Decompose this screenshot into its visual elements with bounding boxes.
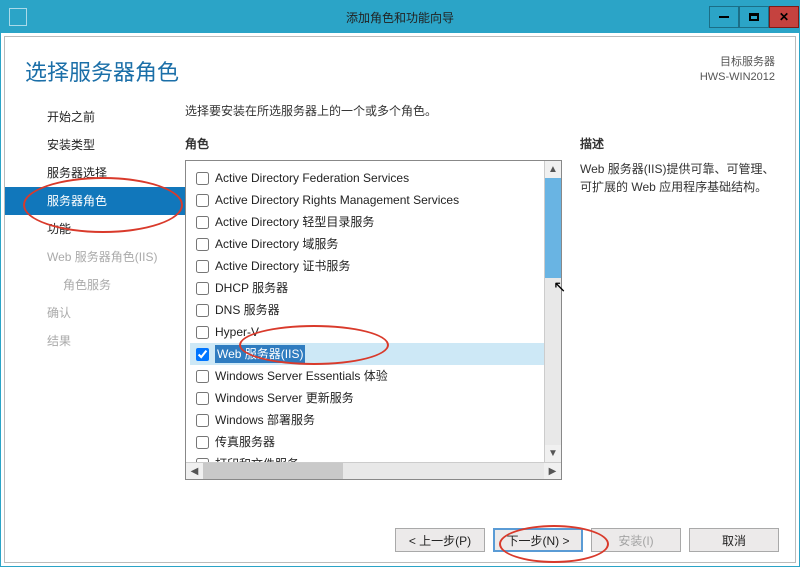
role-row-0[interactable]: Active Directory Federation Services: [190, 167, 544, 189]
role-checkbox[interactable]: [196, 260, 209, 273]
next-button[interactable]: 下一步(N) >: [493, 528, 583, 552]
nav-item-4[interactable]: 功能: [5, 215, 185, 243]
role-label: Active Directory 域服务: [215, 235, 338, 253]
nav-item-1[interactable]: 安装类型: [5, 131, 185, 159]
nav-item-2[interactable]: 服务器选择: [5, 159, 185, 187]
role-checkbox[interactable]: [196, 216, 209, 229]
role-row-6[interactable]: DNS 服务器: [190, 299, 544, 321]
nav-item-5: Web 服务器角色(IIS): [5, 243, 185, 271]
nav-item-7: 确认: [5, 299, 185, 327]
role-row-5[interactable]: DHCP 服务器: [190, 277, 544, 299]
description-heading: 描述: [580, 135, 775, 152]
role-checkbox[interactable]: [196, 326, 209, 339]
role-label: 打印和文件服务: [215, 455, 299, 462]
role-checkbox[interactable]: [196, 458, 209, 463]
window-buttons: ✕: [709, 7, 799, 28]
role-checkbox[interactable]: [196, 436, 209, 449]
button-row: < 上一步(P) 下一步(N) > 安装(I) 取消: [5, 518, 795, 562]
instruction-text: 选择要安装在所选服务器上的一个或多个角色。: [185, 102, 562, 119]
role-checkbox[interactable]: [196, 172, 209, 185]
titlebar: 添加角色和功能向导 ✕: [1, 1, 799, 33]
close-button[interactable]: ✕: [769, 6, 799, 28]
role-label: Windows Server 更新服务: [215, 389, 354, 407]
page-title: 选择服务器角色: [25, 55, 179, 87]
role-label: DHCP 服务器: [215, 279, 288, 297]
role-label: Active Directory Rights Management Servi…: [215, 191, 459, 209]
role-row-2[interactable]: Active Directory 轻型目录服务: [190, 211, 544, 233]
nav-item-0[interactable]: 开始之前: [5, 103, 185, 131]
scroll-track[interactable]: [545, 278, 561, 445]
cancel-button[interactable]: 取消: [689, 528, 779, 552]
app-icon: [9, 8, 27, 26]
role-row-8[interactable]: Web 服务器(IIS): [190, 343, 544, 365]
role-label: DNS 服务器: [215, 301, 280, 319]
hscroll-left-icon[interactable]: ◀: [186, 463, 203, 479]
scroll-down-icon[interactable]: ▼: [545, 445, 561, 462]
target-server-name: HWS-WIN2012: [700, 70, 775, 85]
role-label: Web 服务器(IIS): [215, 345, 305, 363]
role-label: Active Directory Federation Services: [215, 169, 409, 187]
role-checkbox[interactable]: [196, 238, 209, 251]
role-row-10[interactable]: Windows Server 更新服务: [190, 387, 544, 409]
role-row-9[interactable]: Windows Server Essentials 体验: [190, 365, 544, 387]
role-label: Active Directory 轻型目录服务: [215, 213, 374, 231]
hscroll-right-icon[interactable]: ▶: [544, 463, 561, 479]
horizontal-scrollbar[interactable]: ◀ ▶: [186, 462, 561, 479]
scroll-thumb[interactable]: [545, 178, 561, 278]
roles-listbox: Active Directory Federation Services Acti…: [185, 160, 562, 480]
role-row-13[interactable]: 打印和文件服务: [190, 453, 544, 462]
main-area: 选择要安装在所选服务器上的一个或多个角色。 角色 Active Director…: [185, 97, 795, 518]
nav-item-8: 结果: [5, 327, 185, 355]
header-row: 选择服务器角色 目标服务器 HWS-WIN2012: [5, 37, 795, 97]
wizard-window: 添加角色和功能向导 ✕ 选择服务器角色 目标服务器 HWS-WIN2012 开始…: [0, 0, 800, 567]
install-button: 安装(I): [591, 528, 681, 552]
vertical-scrollbar[interactable]: ▲ ▼: [544, 161, 561, 462]
scroll-up-icon[interactable]: ▲: [545, 161, 561, 178]
target-server-block: 目标服务器 HWS-WIN2012: [700, 55, 775, 87]
client-area: 选择服务器角色 目标服务器 HWS-WIN2012 开始之前安装类型服务器选择服…: [4, 36, 796, 563]
role-label: Windows 部署服务: [215, 411, 315, 429]
role-row-1[interactable]: Active Directory Rights Management Servi…: [190, 189, 544, 211]
role-row-7[interactable]: Hyper-V: [190, 321, 544, 343]
roles-list[interactable]: Active Directory Federation Services Acti…: [186, 161, 544, 462]
role-row-12[interactable]: 传真服务器: [190, 431, 544, 453]
nav-item-6: 角色服务: [5, 271, 185, 299]
role-row-4[interactable]: Active Directory 证书服务: [190, 255, 544, 277]
previous-button[interactable]: < 上一步(P): [395, 528, 485, 552]
role-checkbox[interactable]: [196, 304, 209, 317]
window-title: 添加角色和功能向导: [1, 9, 799, 26]
description-text: Web 服务器(IIS)提供可靠、可管理、可扩展的 Web 应用程序基础结构。: [580, 160, 775, 196]
description-panel: 描述 Web 服务器(IIS)提供可靠、可管理、可扩展的 Web 应用程序基础结…: [580, 97, 775, 518]
wizard-nav: 开始之前安装类型服务器选择服务器角色功能Web 服务器角色(IIS)角色服务确认…: [5, 97, 185, 518]
role-checkbox[interactable]: [196, 348, 209, 361]
role-row-3[interactable]: Active Directory 域服务: [190, 233, 544, 255]
target-server-label: 目标服务器: [700, 55, 775, 70]
role-checkbox[interactable]: [196, 414, 209, 427]
role-checkbox[interactable]: [196, 370, 209, 383]
maximize-button[interactable]: [739, 6, 769, 28]
minimize-button[interactable]: [709, 6, 739, 28]
role-checkbox[interactable]: [196, 282, 209, 295]
role-label: 传真服务器: [215, 433, 275, 451]
hscroll-track[interactable]: [343, 463, 544, 479]
roles-panel: 选择要安装在所选服务器上的一个或多个角色。 角色 Active Director…: [185, 97, 562, 518]
roles-heading: 角色: [185, 135, 562, 152]
nav-item-3[interactable]: 服务器角色: [5, 187, 185, 215]
hscroll-thumb[interactable]: [203, 463, 343, 479]
role-label: Hyper-V: [215, 323, 259, 341]
body: 开始之前安装类型服务器选择服务器角色功能Web 服务器角色(IIS)角色服务确认…: [5, 97, 795, 518]
role-label: Active Directory 证书服务: [215, 257, 350, 275]
role-label: Windows Server Essentials 体验: [215, 367, 388, 385]
role-checkbox[interactable]: [196, 194, 209, 207]
role-checkbox[interactable]: [196, 392, 209, 405]
role-row-11[interactable]: Windows 部署服务: [190, 409, 544, 431]
